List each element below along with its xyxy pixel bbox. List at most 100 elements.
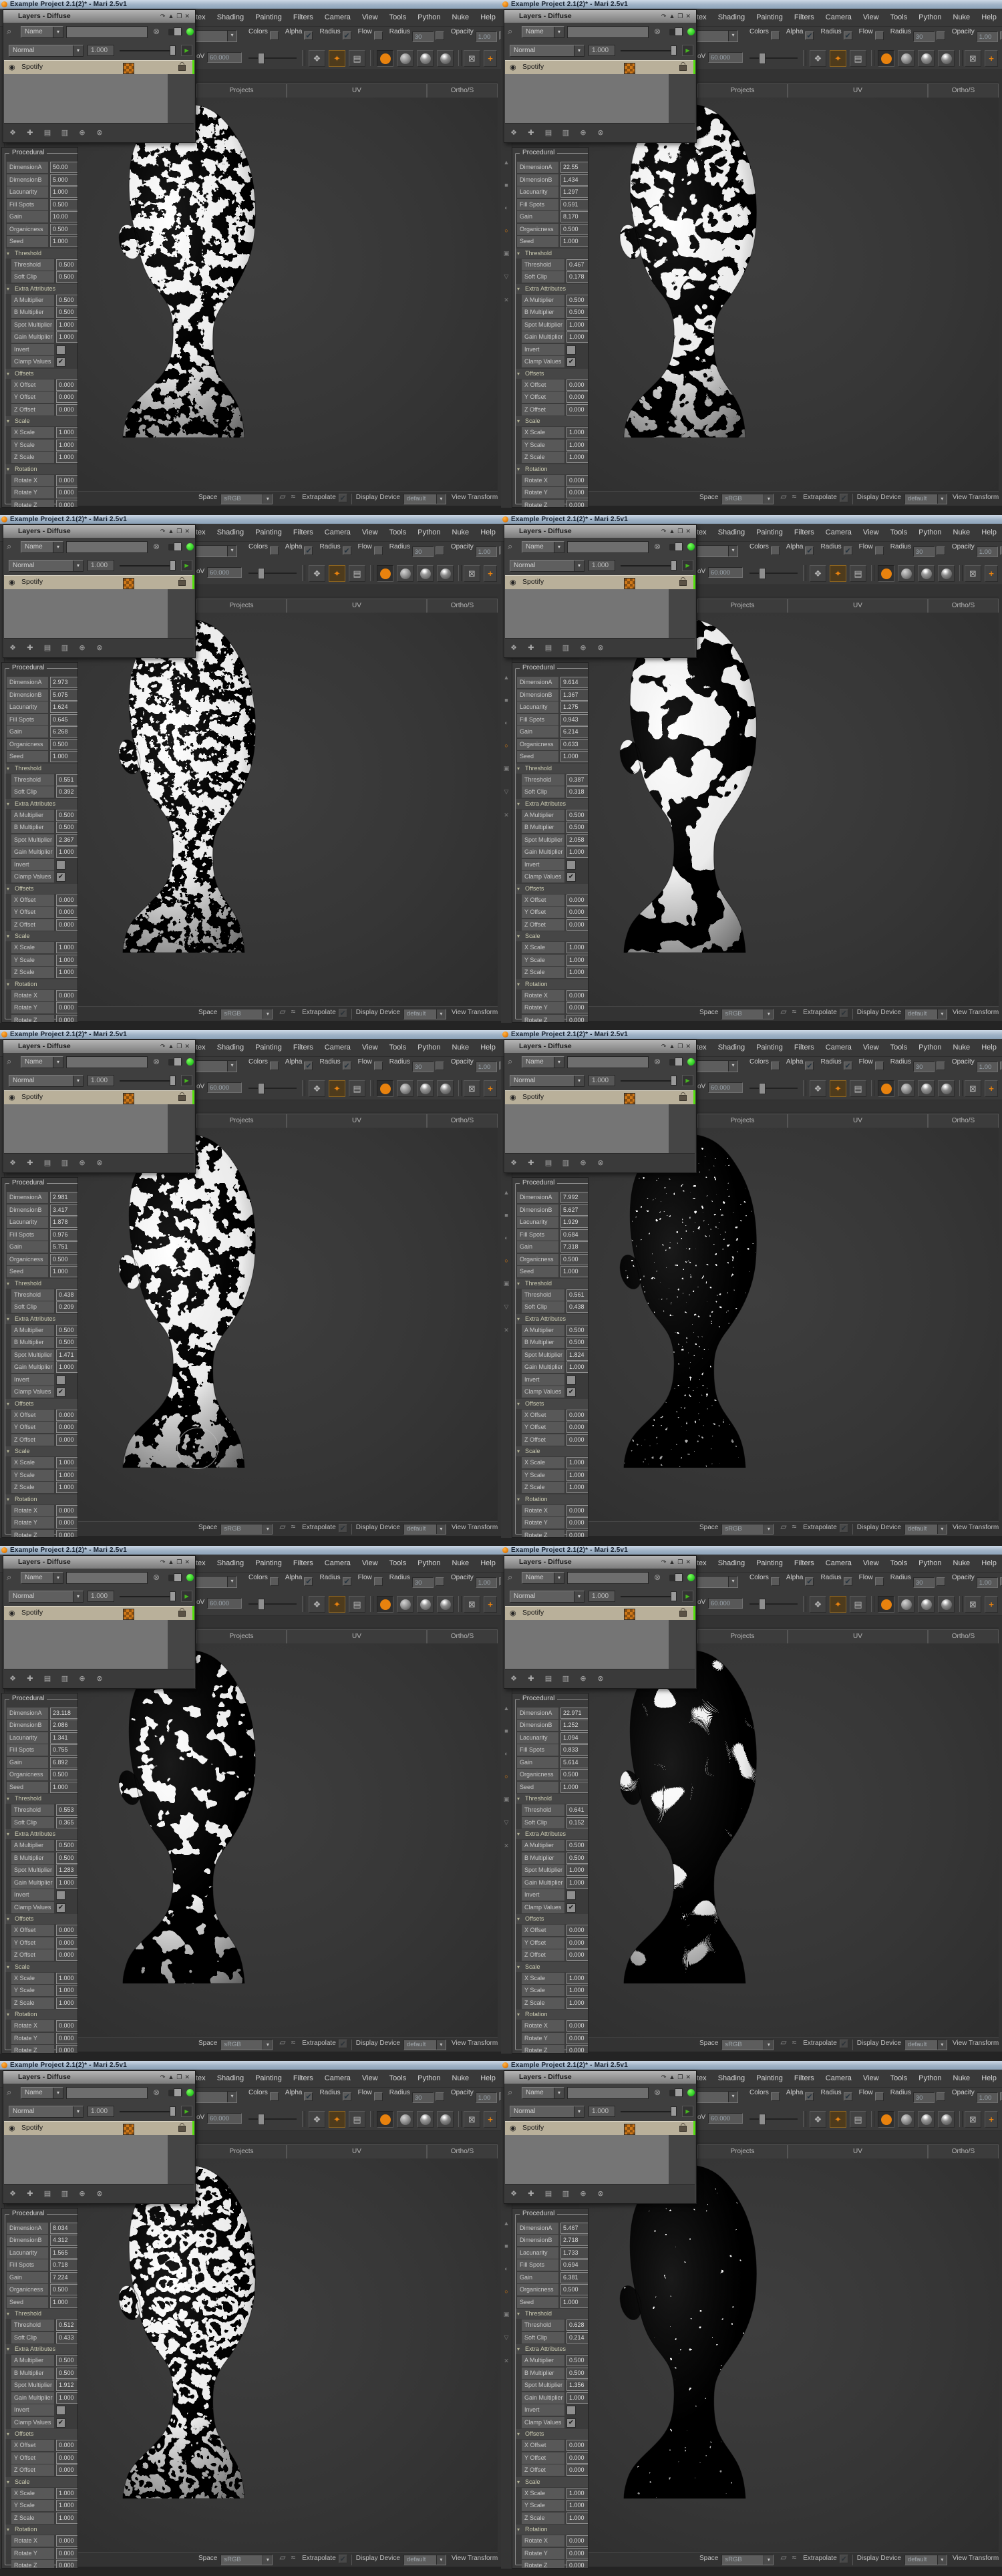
param-group-header[interactable]: Extra Attributes: [516, 799, 589, 809]
param-value-field[interactable]: 0.000: [566, 1505, 589, 1516]
opacity-value-field[interactable]: 1.00: [977, 2092, 998, 2103]
add-layer-icon[interactable]: ❖: [505, 1669, 522, 1688]
param-checkbox[interactable]: [56, 1891, 65, 1900]
menu-item-filters[interactable]: Filters: [794, 9, 814, 27]
menu-item-help[interactable]: Help: [480, 2070, 496, 2088]
toolbar-preset-dropdown[interactable]: ▾: [196, 30, 237, 42]
add-group-icon[interactable]: ▤: [39, 2185, 56, 2203]
duplicate-layer-icon[interactable]: ▥: [557, 1154, 574, 1172]
param-value-field[interactable]: 7.318: [560, 1241, 589, 1253]
param-group-header[interactable]: Extra Attributes: [516, 284, 589, 294]
param-value-field[interactable]: 0.000: [56, 1422, 78, 1433]
param-value-field[interactable]: 0.000: [56, 2464, 78, 2476]
select-patches-button[interactable]: ✦: [830, 50, 846, 67]
param-group-header[interactable]: Extra Attributes: [516, 1829, 589, 1839]
layer-opacity-field[interactable]: 1.000: [88, 45, 114, 56]
menu-item-tex[interactable]: tex: [697, 2070, 707, 2088]
canvas-viewport[interactable]: [579, 2158, 999, 2552]
tab-orthos[interactable]: Ortho/S: [427, 599, 498, 613]
param-value-field[interactable]: 0.387: [566, 774, 589, 786]
param-value-field[interactable]: 0.392: [56, 786, 78, 798]
menu-item-help[interactable]: Help: [981, 9, 997, 27]
param-value-field[interactable]: 0.500: [566, 1840, 589, 1851]
param-value-field[interactable]: 0.943: [560, 714, 589, 726]
tab-orthos[interactable]: Ortho/S: [928, 2144, 999, 2158]
param-value-field[interactable]: 1.341: [50, 1732, 78, 1744]
lighting-shadow-button[interactable]: [417, 1596, 434, 1613]
lighting-flat-button[interactable]: [878, 1080, 894, 1097]
param-group-header[interactable]: Extra Attributes: [516, 1314, 589, 1324]
add-symmetry-button[interactable]: +: [985, 2111, 998, 2128]
layer-search-input[interactable]: [66, 2087, 148, 2099]
param-value-field[interactable]: 1.000: [566, 1997, 589, 2009]
opacity-slider-handle[interactable]: [671, 2106, 677, 2116]
add-symmetry-button[interactable]: +: [985, 50, 998, 67]
tool-icon-9[interactable]: ▣: [501, 765, 512, 772]
layer-row-selected[interactable]: ◉Spotify: [505, 575, 695, 590]
menu-item-nuke[interactable]: Nuke: [452, 2070, 470, 2088]
param-value-field[interactable]: 1.624: [50, 701, 78, 713]
param-value-field[interactable]: 8.034: [50, 2223, 78, 2234]
toolbar-preset-dropdown[interactable]: ▾: [196, 1060, 237, 1072]
menu-item-tools[interactable]: Tools: [890, 524, 908, 542]
lighting-shadow-button[interactable]: [417, 565, 434, 582]
param-group-header[interactable]: Offsets: [516, 884, 589, 894]
radius-checkbox[interactable]: ✔: [844, 1062, 852, 1070]
param-value-field[interactable]: 0.500: [50, 739, 78, 750]
param-value-field[interactable]: 1.000: [56, 319, 78, 331]
param-value-field[interactable]: 0.500: [50, 199, 78, 210]
blend-mode-dropdown[interactable]: Normal▾: [510, 560, 584, 572]
select-faces-button[interactable]: ▤: [850, 565, 866, 582]
select-faces-button[interactable]: ▤: [349, 565, 365, 582]
layer-list-area[interactable]: [4, 74, 168, 123]
layers-panel-titlebar[interactable]: Layers - Diffuse↷▲❐✕: [3, 10, 195, 23]
add-symmetry-button[interactable]: +: [484, 2111, 497, 2128]
param-group-header[interactable]: Scale: [516, 931, 589, 941]
param-value-field[interactable]: 1.367: [560, 689, 589, 701]
tab-uv[interactable]: UV: [788, 599, 928, 613]
layers-panel-titlebar[interactable]: Layers - Diffuse↷▲❐✕: [3, 1040, 195, 1053]
param-value-field[interactable]: 5.751: [50, 1241, 78, 1253]
param-group-header[interactable]: Offsets: [5, 2429, 78, 2439]
add-layer-icon[interactable]: ❖: [505, 124, 522, 142]
param-checkbox[interactable]: [56, 860, 65, 870]
param-value-field[interactable]: 1.000: [566, 1457, 589, 1468]
radius-checkbox[interactable]: ✔: [343, 1062, 351, 1070]
menu-item-tex[interactable]: tex: [697, 1039, 707, 1057]
layer-row-selected[interactable]: ◉Spotify: [505, 1090, 695, 1105]
layer-search-input[interactable]: [66, 26, 148, 38]
fov-slider-handle[interactable]: [258, 568, 265, 579]
param-value-field[interactable]: 0.000: [56, 2033, 78, 2044]
add-adjustment-icon[interactable]: ✚: [21, 2185, 39, 2203]
param-checkbox[interactable]: [566, 345, 576, 355]
layer-list-area[interactable]: [505, 74, 669, 123]
param-value-field[interactable]: 1.000: [566, 331, 589, 343]
tool-icon-5[interactable]: ▲: [501, 674, 512, 681]
layer-search-input[interactable]: [567, 541, 649, 553]
colors-checkbox[interactable]: [771, 2092, 780, 2101]
paint-target-button[interactable]: ⊠: [965, 1596, 981, 1613]
radius-value-field[interactable]: 30: [412, 31, 434, 42]
param-value-field[interactable]: 1.000: [56, 1877, 78, 1889]
add-adjustment-icon[interactable]: ✚: [522, 2185, 540, 2203]
param-value-field[interactable]: 0.500: [56, 295, 78, 306]
window-titlebar[interactable]: Example Project 2.1(2)* - Mari 2.5v1: [501, 1546, 1002, 1555]
param-value-field[interactable]: 1.000: [560, 2297, 589, 2308]
layer-list-area[interactable]: [4, 2135, 168, 2184]
lighting-flat-button[interactable]: [377, 565, 393, 582]
alpha-checkbox[interactable]: ✔: [304, 2092, 313, 2101]
param-value-field[interactable]: 0.000: [566, 404, 589, 416]
layer-search-input[interactable]: [66, 541, 148, 553]
param-value-field[interactable]: 1.000: [56, 2513, 78, 2524]
menu-item-view[interactable]: View: [362, 9, 378, 27]
param-value-field[interactable]: 1.275: [560, 701, 589, 713]
layers-panel-titlebar[interactable]: Layers - Diffuse↷▲❐✕: [3, 2071, 195, 2084]
radius-value-field[interactable]: 30: [913, 31, 935, 42]
menu-item-camera[interactable]: Camera: [826, 1039, 852, 1057]
param-value-field[interactable]: 1.000: [566, 427, 589, 438]
param-value-field[interactable]: 0.000: [56, 1937, 78, 1949]
radius-checkbox[interactable]: ✔: [844, 2092, 852, 2101]
param-group-header[interactable]: Rotation: [516, 979, 589, 989]
fov-value-field[interactable]: 60.000: [207, 2113, 242, 2124]
select-patches-button[interactable]: ✦: [329, 50, 345, 67]
